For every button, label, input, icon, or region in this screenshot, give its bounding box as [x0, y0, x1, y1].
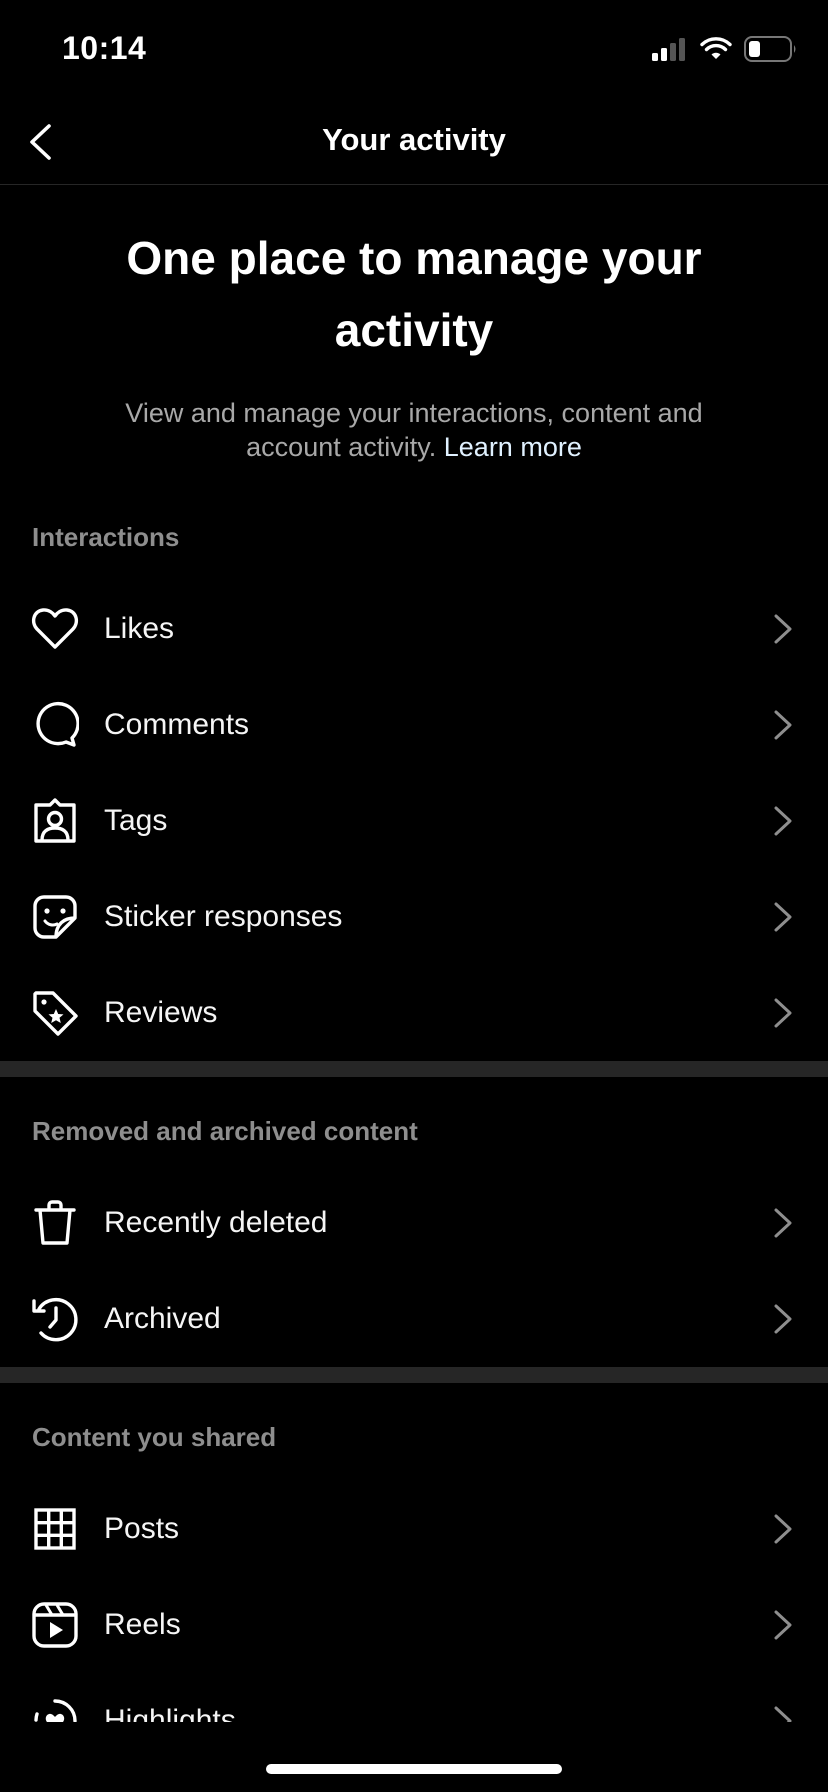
chevron-right-icon [774, 1304, 792, 1334]
review-tag-icon [30, 988, 80, 1038]
hero-title: One place to manage your activity [126, 232, 702, 356]
chevron-right-icon [774, 710, 792, 740]
row-posts[interactable]: Posts [0, 1481, 828, 1577]
chevron-right-icon [774, 1610, 792, 1640]
row-label: Reviews [104, 996, 218, 1029]
learn-more-link[interactable]: Learn more [444, 432, 582, 462]
chevron-right-icon [774, 1208, 792, 1238]
comment-icon [30, 700, 80, 750]
section-divider [0, 1061, 828, 1077]
page-title: Your activity [322, 122, 506, 157]
section-header-content-shared: Content you shared [32, 1422, 277, 1452]
reels-icon [30, 1600, 80, 1650]
section-header-interactions: Interactions [32, 522, 180, 552]
row-reviews[interactable]: Reviews [0, 965, 828, 1061]
row-sticker-responses[interactable]: Sticker responses [0, 869, 828, 965]
hero-description-text: View and manage your interactions, conte… [125, 398, 703, 462]
row-likes[interactable]: Likes [0, 581, 828, 677]
cellular-signal-icon [652, 38, 685, 61]
home-indicator[interactable] [266, 1764, 562, 1774]
chevron-right-icon [774, 806, 792, 836]
row-recently-deleted[interactable]: Recently deleted [0, 1175, 828, 1271]
row-label: Tags [104, 804, 168, 837]
row-label: Archived [104, 1302, 221, 1335]
row-label: Comments [104, 708, 250, 741]
hero-section: One place to manage your activity View a… [60, 222, 768, 464]
navigation-bar: Your activity [0, 100, 828, 185]
trash-icon [30, 1198, 80, 1248]
sticker-icon [30, 892, 80, 942]
bottom-safe-area [0, 1722, 828, 1792]
row-label: Posts [104, 1512, 180, 1545]
row-reels[interactable]: Reels [0, 1577, 828, 1673]
row-label: Recently deleted [104, 1206, 328, 1239]
status-time: 10:14 [62, 30, 147, 66]
chevron-right-icon [774, 998, 792, 1028]
status-bar: 10:14 [0, 0, 828, 100]
row-label: Sticker responses [104, 900, 343, 933]
wifi-icon [700, 37, 732, 59]
row-comments[interactable]: Comments [0, 677, 828, 773]
battery-icon [744, 36, 796, 62]
chevron-right-icon [774, 902, 792, 932]
tag-person-icon [30, 796, 80, 846]
heart-icon [30, 604, 80, 654]
section-header-removed-archived: Removed and archived content [32, 1116, 418, 1146]
status-icons [650, 36, 798, 62]
hero-description: View and manage your interactions, conte… [100, 396, 728, 464]
row-label: Likes [104, 612, 175, 645]
row-tags[interactable]: Tags [0, 773, 828, 869]
row-label: Reels [104, 1608, 181, 1641]
grid-icon [30, 1504, 80, 1554]
archive-clock-icon [30, 1294, 80, 1344]
section-divider [0, 1367, 828, 1383]
chevron-right-icon [774, 614, 792, 644]
chevron-right-icon [774, 1514, 792, 1544]
row-archived[interactable]: Archived [0, 1271, 828, 1367]
